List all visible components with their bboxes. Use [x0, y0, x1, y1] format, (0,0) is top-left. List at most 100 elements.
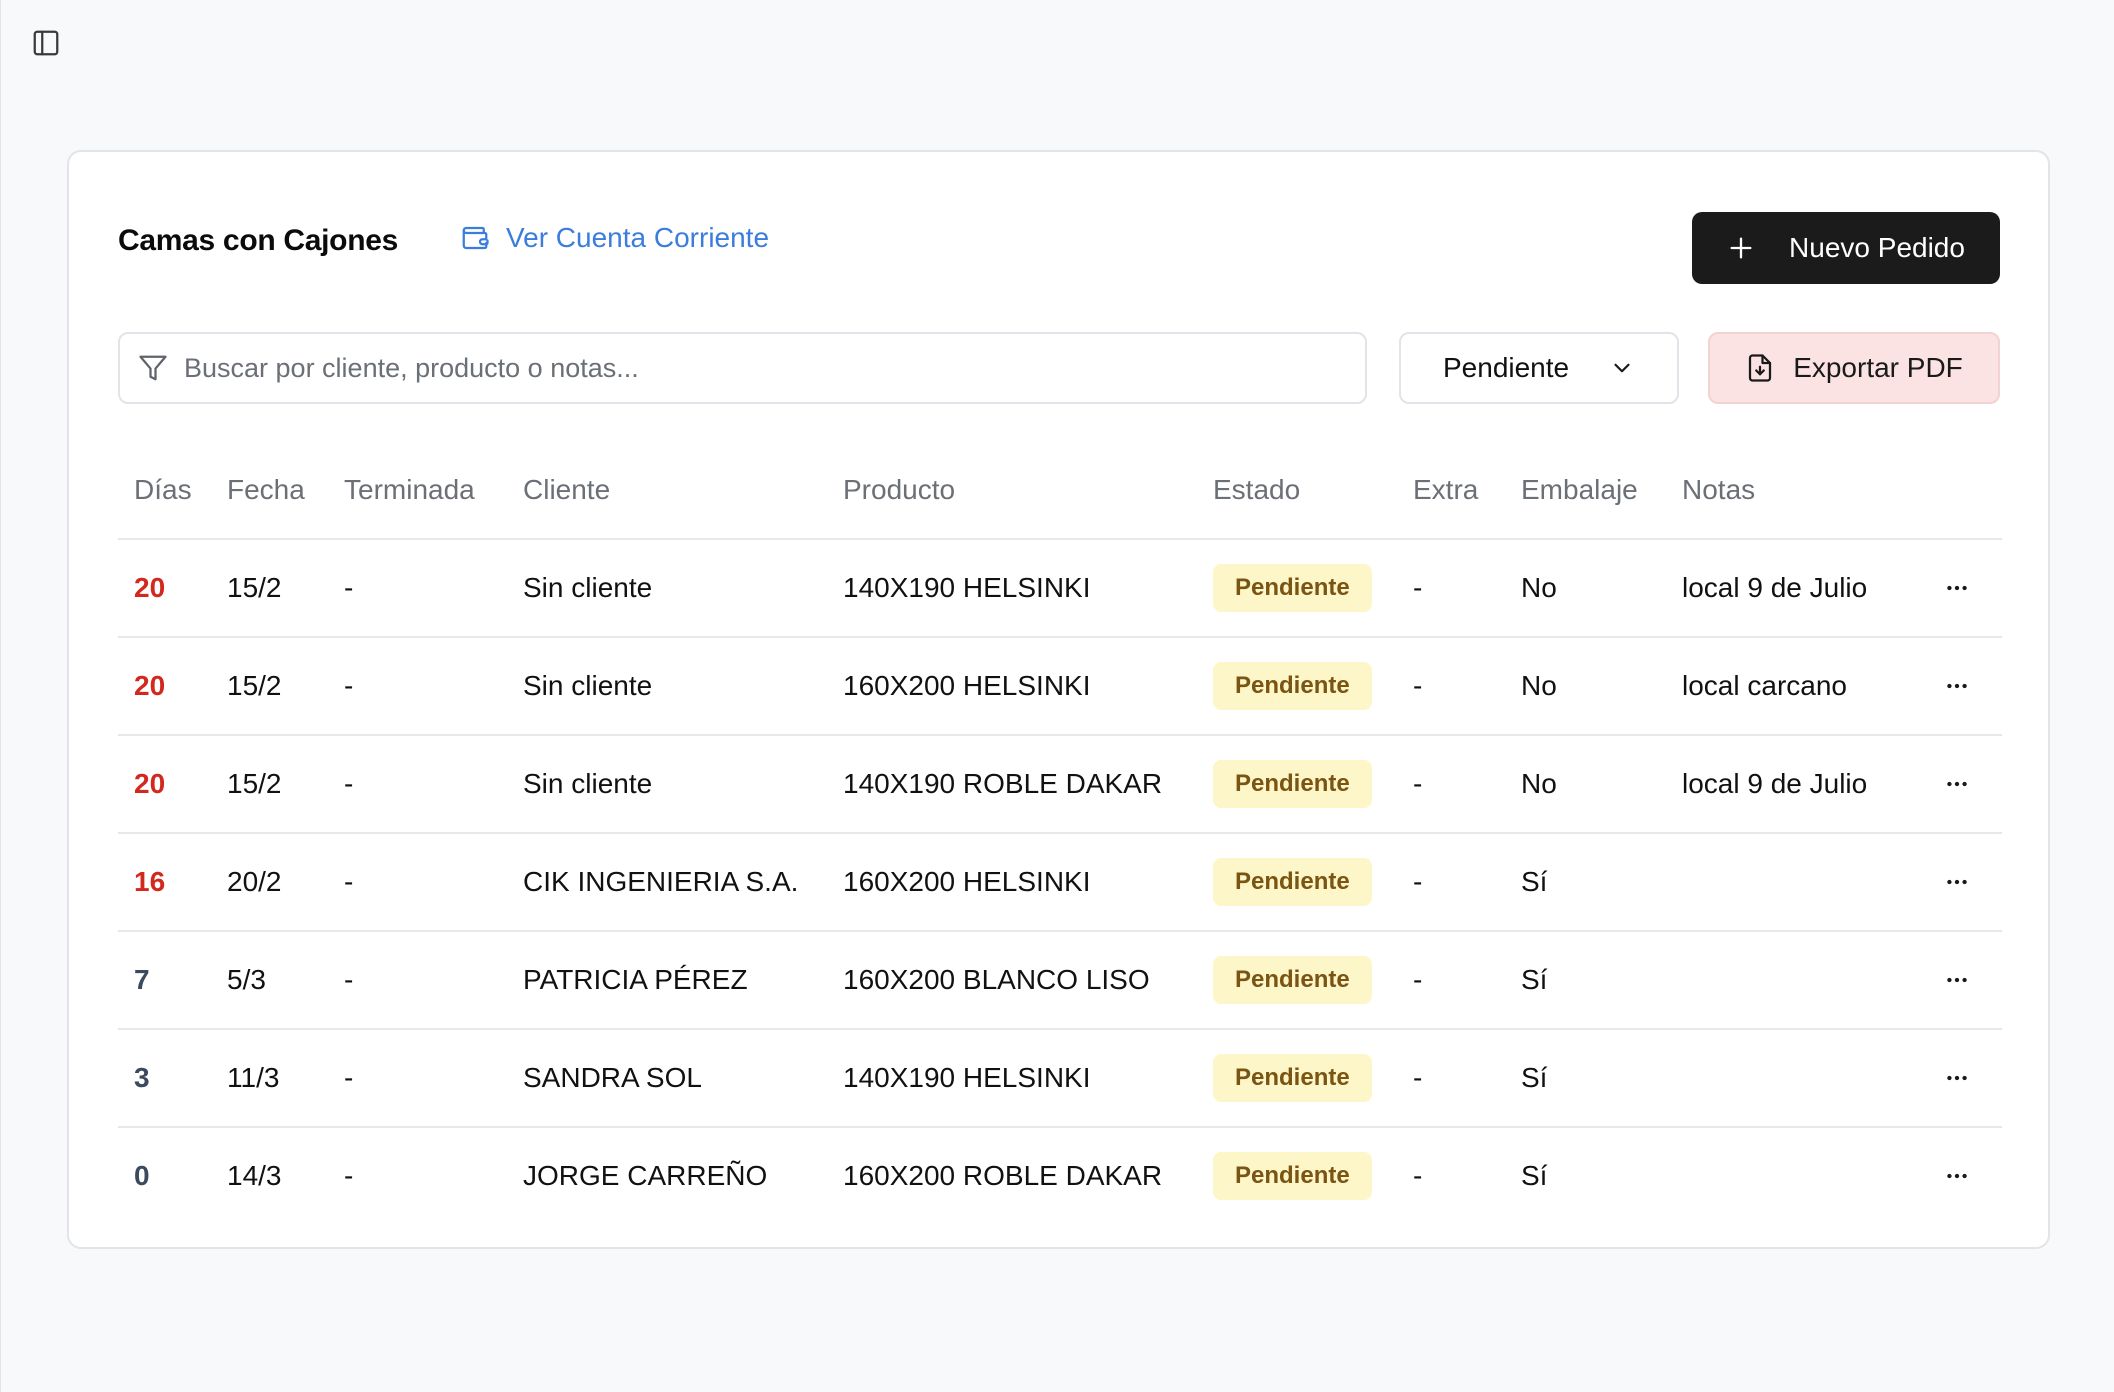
row-menu-button[interactable] — [1935, 566, 1979, 610]
status-filter-select[interactable]: Pendiente — [1399, 332, 1679, 404]
cell-notas — [1666, 1029, 1919, 1128]
table-row[interactable]: 0 14/3 - JORGE CARREÑO 160X200 ROBLE DAKAR Pe… — [118, 1127, 2002, 1224]
cell-dias: 16 — [118, 833, 211, 932]
column-header-embalaje[interactable]: Embalaje — [1505, 442, 1666, 540]
cell-terminada: - — [328, 931, 507, 1030]
cell-fecha: 15/2 — [211, 735, 328, 834]
export-pdf-button[interactable]: Exportar PDF — [1708, 332, 2000, 404]
cell-actions — [1919, 539, 2002, 638]
cell-notas — [1666, 833, 1919, 932]
cell-dias: 0 — [134, 1160, 150, 1191]
cell-fecha: 15/2 — [211, 539, 328, 638]
panel-left-icon — [33, 30, 59, 56]
table-row[interactable]: 20 15/2- Sin cliente 140X190 HELSINKI Pendie… — [118, 539, 2002, 638]
cell-extra: - — [1397, 1029, 1505, 1128]
cell-dias: 7 — [118, 931, 211, 1030]
status-badge: Pendiente — [1213, 1152, 1372, 1200]
cell-dias: 3 — [118, 1029, 211, 1128]
cell-fecha: 15/2 — [211, 637, 328, 736]
cell-cliente: Sin cliente — [507, 735, 827, 834]
orders-table: Días Fecha Terminada Cliente Producto Es… — [118, 442, 2002, 1224]
cell-estado: Pendiente — [1197, 833, 1397, 932]
cell-producto: 160X200 BLANCO LISO — [827, 931, 1197, 1030]
cell-actions — [1919, 1029, 2002, 1128]
row-menu-button[interactable] — [1935, 1154, 1979, 1198]
plus-icon — [1730, 237, 1752, 259]
column-header-estado[interactable]: Estado — [1197, 442, 1397, 540]
cell-dias: 20 — [118, 735, 211, 834]
row-menu-button[interactable] — [1935, 860, 1979, 904]
cell-dias: 20 — [118, 539, 211, 638]
row-menu-button[interactable] — [1935, 958, 1979, 1002]
cell-producto: 160X200 HELSINKI — [827, 833, 1197, 932]
column-header-extra[interactable]: Extra — [1397, 442, 1505, 540]
cell-terminada: - — [344, 1160, 354, 1191]
cell-terminada: - — [328, 539, 507, 638]
more-horizontal-icon — [1947, 879, 1967, 885]
cell-extra: - — [1397, 539, 1505, 638]
column-header-producto[interactable]: Producto — [827, 442, 1197, 540]
more-horizontal-icon — [1947, 781, 1967, 787]
column-header-cliente[interactable]: Cliente — [507, 442, 827, 540]
table-row[interactable]: 3 11/3- SANDRA SOL 140X190 HELSINKI Pendient… — [118, 1029, 2002, 1128]
search-box — [118, 332, 1367, 404]
cell-notas: local 9 de Julio — [1666, 539, 1919, 638]
cell-extra: - — [1397, 637, 1505, 736]
table-row[interactable]: 7 5/3- PATRICIA PÉREZ 160X200 BLANCO LISO Pe… — [118, 931, 2002, 1030]
cell-fecha: 11/3 — [211, 1029, 328, 1128]
cell-actions — [1919, 1127, 2002, 1224]
orders-card: Camas con Cajones Ver Cuenta Corriente N… — [67, 150, 2050, 1249]
table-row[interactable]: 16 20/2- CIK INGENIERIA S.A. 160X200 HELSIN… — [118, 833, 2002, 932]
cell-estado: Pendiente — [1197, 735, 1397, 834]
cell-estado: Pendiente — [1197, 931, 1397, 1030]
sidebar-toggle-button[interactable] — [31, 28, 61, 58]
cell-fecha: 5/3 — [211, 931, 328, 1030]
orders-table-body: 20 15/2- Sin cliente 140X190 HELSINKI Pendie… — [118, 539, 2002, 1224]
page-title: Camas con Cajones — [118, 224, 399, 257]
column-header-notas[interactable]: Notas — [1666, 442, 1919, 540]
chevron-down-icon — [1614, 363, 1630, 373]
status-badge: Pendiente — [1213, 1054, 1372, 1102]
cell-terminada: - — [328, 833, 507, 932]
export-pdf-label: Exportar PDF — [1793, 352, 1963, 383]
status-badge: Pendiente — [1213, 564, 1372, 612]
row-menu-button[interactable] — [1935, 664, 1979, 708]
column-header-fecha[interactable]: Fecha — [211, 442, 328, 540]
cell-actions — [1919, 735, 2002, 834]
cell-actions — [1919, 931, 2002, 1030]
cell-actions — [1919, 833, 2002, 932]
view-account-link[interactable]: Ver Cuenta Corriente — [460, 222, 769, 254]
more-horizontal-icon — [1947, 585, 1967, 591]
more-horizontal-icon — [1947, 683, 1967, 689]
cell-estado: Pendiente — [1197, 1127, 1397, 1224]
cell-terminada: - — [328, 1029, 507, 1128]
cell-embalaje: No — [1505, 735, 1666, 834]
column-header-terminada[interactable]: Terminada — [328, 442, 507, 540]
status-badge: Pendiente — [1213, 760, 1372, 808]
cell-embalaje: Sí — [1521, 1160, 1548, 1191]
cell-extra: - — [1397, 735, 1505, 834]
column-header-dias[interactable]: Días — [118, 442, 211, 540]
cell-producto: 140X190 HELSINKI — [827, 1029, 1197, 1128]
cell-estado: Pendiente — [1197, 637, 1397, 736]
row-menu-button[interactable] — [1935, 762, 1979, 806]
table-row[interactable]: 20 15/2 - Sin cliente 140X190 ROBLE DAKAR Pen… — [118, 735, 2002, 834]
row-menu-button[interactable] — [1935, 1056, 1979, 1100]
cell-notas: local 9 de Julio — [1666, 735, 1919, 834]
cell-cliente: JORGE CARREÑO — [523, 1160, 768, 1191]
new-order-button[interactable]: Nuevo Pedido — [1692, 212, 2000, 284]
status-badge: Pendiente — [1213, 956, 1372, 1004]
cell-producto: 140X190 ROBLE DAKAR — [827, 735, 1197, 834]
more-horizontal-icon — [1947, 977, 1967, 983]
more-horizontal-icon — [1947, 1075, 1967, 1081]
cell-embalaje: No — [1505, 637, 1666, 736]
cell-producto: 160X200 ROBLE DAKAR — [843, 1160, 1163, 1191]
search-input[interactable] — [182, 351, 1336, 385]
cell-cliente: PATRICIA PÉREZ — [507, 931, 827, 1030]
cell-dias: 20 — [118, 637, 211, 736]
table-row[interactable]: 20 15/2- Sin cliente 160X200 HELSINKI Pendie… — [118, 637, 2002, 736]
cell-extra: - — [1413, 1160, 1423, 1191]
status-filter-value: Pendiente — [1443, 352, 1570, 383]
new-order-label: Nuevo Pedido — [1789, 232, 1965, 263]
cell-cliente: Sin cliente — [507, 637, 827, 736]
